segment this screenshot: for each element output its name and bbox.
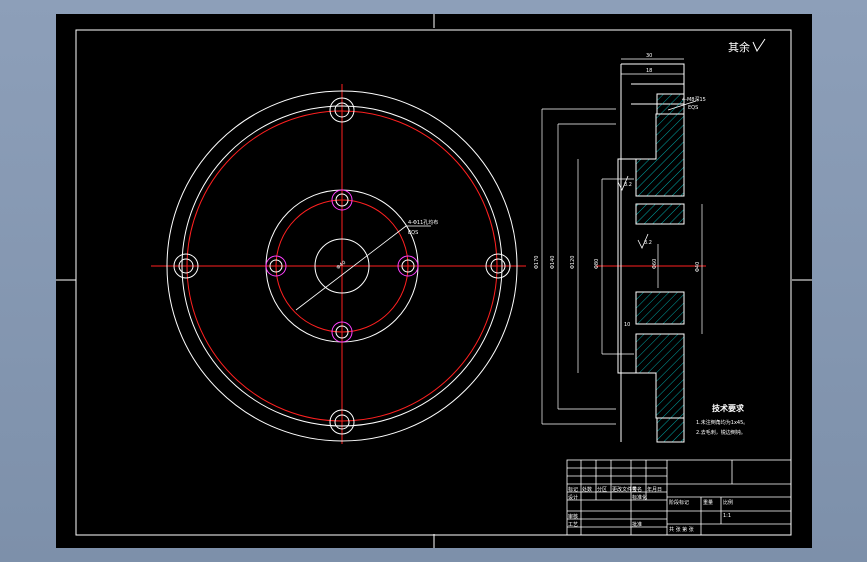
tb-mark: 标记: [568, 486, 578, 493]
tech-req-line-2: 2.去毛刺，锐边倒钝。: [696, 429, 746, 436]
tech-requirements: 技术要求 1.未注倒角均为1x45。 2.去毛刺，锐边倒钝。: [696, 403, 748, 436]
bolt-note: 4-Φ11孔均布: [408, 219, 438, 226]
tb-standard: 标准化: [632, 494, 647, 501]
dim-v-1: Φ170: [534, 256, 540, 269]
tb-approval: 批准: [632, 521, 642, 528]
title-block-text: 标记 处数 分区 更改文件号 签名 年月日 设计 标准化 审核 工艺 批准 阶段…: [568, 486, 733, 533]
tb-scale: 比例: [723, 499, 733, 506]
title-block: [566, 459, 792, 536]
tech-req-title: 技术要求: [712, 403, 745, 413]
hatch-lower-mid: [635, 291, 685, 325]
hatch-top: [656, 93, 685, 115]
tb-weight: 重量: [703, 499, 713, 506]
bolt-note-sub: EQS: [408, 230, 418, 236]
callout-top: 4-M8深15: [682, 96, 706, 103]
tb-designer: 设计: [568, 494, 578, 501]
tb-checker: 审核: [568, 513, 578, 520]
tb-count: 处数: [582, 486, 592, 493]
roughness-symbol-icon: [752, 38, 766, 53]
tb-sign: 签名: [632, 486, 642, 493]
dim-v-4: Φ80: [594, 259, 600, 269]
section-view: Φ170 Φ140 Φ120 Φ80 Φ60 Φ40 18 30 4-M8深15…: [534, 53, 706, 443]
tb-date: 年月日: [647, 486, 662, 493]
callout-top-sub: EQS: [688, 105, 698, 111]
tb-sheets: 共 张 第 张: [669, 526, 694, 533]
cad-drawing: 其余 4-Φ11孔均布 EQS Φ40 Φ170 Φ140 Φ120 Φ80 Φ…: [56, 14, 812, 548]
dim-h-1: 18: [646, 68, 652, 74]
tb-stage: 阶段标记: [669, 499, 689, 506]
small-dim: 10: [624, 322, 630, 328]
horizontal-dimensions: [621, 58, 684, 75]
tb-process: 工艺: [568, 522, 578, 528]
dim-v-3: Φ120: [570, 256, 576, 269]
front-view: 4-Φ11孔均布 EQS Φ40: [151, 84, 526, 444]
drawing-sheet: 其余 4-Φ11孔均布 EQS Φ40 Φ170 Φ140 Φ120 Φ80 Φ…: [56, 14, 812, 548]
hatch-upper-mid: [635, 203, 685, 225]
dim-h-2: 30: [646, 53, 652, 59]
diameter-leader: [295, 225, 407, 311]
tb-scale-value: 1:1: [723, 513, 731, 519]
hatch-foot: [656, 417, 685, 443]
dim-v-6: Φ40: [695, 262, 701, 272]
hatch-lower: [635, 333, 685, 419]
tech-req-line-1: 1.未注倒角均为1x45。: [696, 419, 748, 426]
hatched-sections: [635, 93, 685, 443]
bore-dim: Φ40: [335, 260, 347, 271]
tb-zone: 分区: [597, 486, 607, 493]
dim-v-2: Φ140: [550, 256, 556, 269]
hatch-upper: [635, 113, 685, 197]
surface-note: 其余: [728, 40, 750, 54]
dim-v-5: Φ60: [652, 259, 658, 269]
